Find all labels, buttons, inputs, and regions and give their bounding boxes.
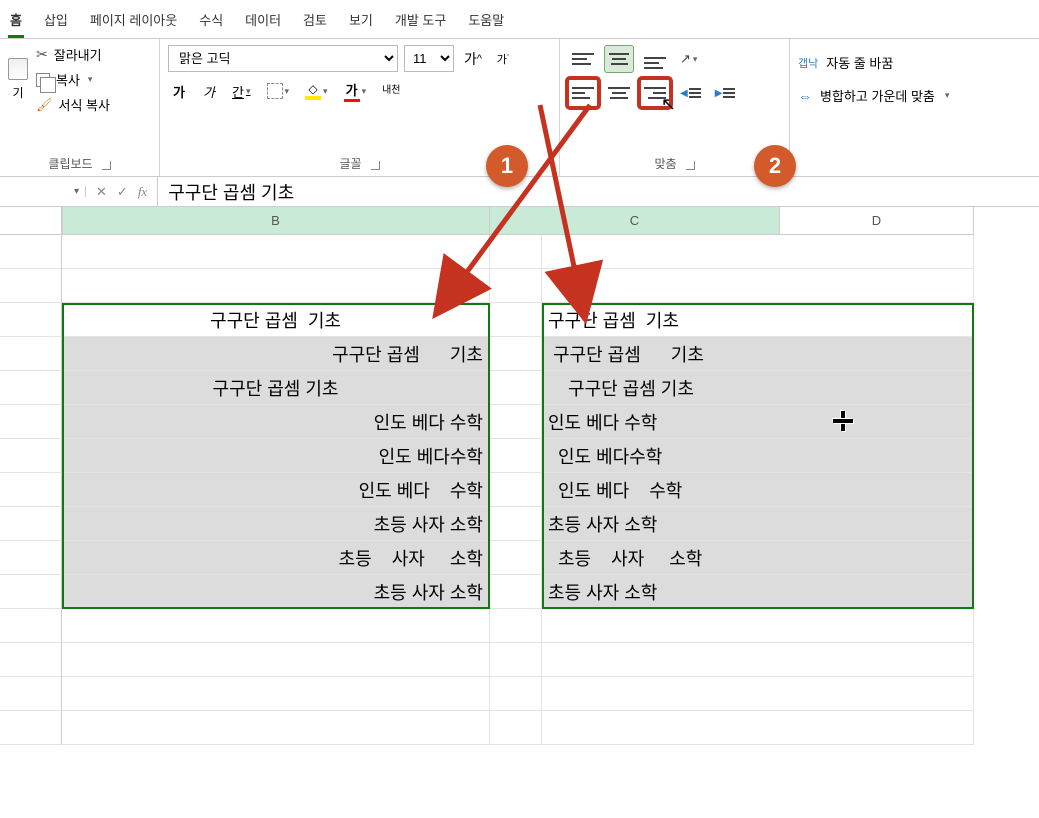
phonetic-guide-button[interactable]: 내천 bbox=[378, 80, 404, 102]
cell-b5[interactable]: 구구단 곱셈 기초 bbox=[62, 371, 490, 405]
align-middle-button[interactable] bbox=[604, 45, 634, 73]
sheet: 구구단 곱셈 기초 구구단 곱셈 기초 구구단 곱셈 기초 구구단 곱셈 기초 … bbox=[0, 235, 1039, 745]
alignment-group-label: 맞춤 bbox=[654, 155, 676, 172]
wrap-text-icon: 갭낙 bbox=[798, 55, 818, 71]
formula-input[interactable]: 구구단 곱셈 기초 bbox=[158, 179, 1039, 205]
increase-indent-button[interactable]: ▶ bbox=[711, 82, 740, 104]
col-header-c[interactable]: C bbox=[490, 207, 780, 235]
tab-data[interactable]: 데이터 bbox=[243, 4, 283, 38]
underline-button[interactable]: 간 bbox=[228, 80, 255, 102]
col-header-b[interactable]: B bbox=[62, 207, 490, 235]
fill-bucket-icon: ◇ bbox=[308, 82, 317, 96]
decrease-font-label: 가 bbox=[497, 51, 507, 67]
copy-label: 복사 bbox=[56, 70, 80, 89]
merge-icon: ⇔ bbox=[798, 88, 812, 104]
format-painter-label: 서식 복사 bbox=[59, 95, 110, 114]
merge-center-label: 병합하고 가운데 맞춤 bbox=[820, 86, 935, 105]
font-family-select[interactable]: 맑은 고딕 bbox=[168, 45, 398, 72]
align-center-button[interactable] bbox=[604, 79, 634, 107]
arrow-left-icon: ◀ bbox=[680, 88, 688, 99]
spreadsheet-grid: B C D .col-headers{position:relative} bbox=[0, 207, 1039, 235]
annotation-badge-2: 2 bbox=[754, 145, 796, 187]
enter-formula-button[interactable]: ✓ bbox=[113, 184, 132, 200]
copy-icon bbox=[36, 73, 50, 87]
copy-button[interactable]: 복사 bbox=[36, 70, 110, 89]
cell-b7[interactable]: 인도 베다수학 bbox=[62, 439, 490, 473]
tab-developer[interactable]: 개발 도구 bbox=[393, 4, 448, 38]
cell-b8[interactable]: 인도 베다 수학 bbox=[62, 473, 490, 507]
group-clipboard: 기 잘라내기 복사 서식 복사 클립보드 bbox=[0, 39, 160, 176]
align-left-button[interactable] bbox=[568, 79, 598, 107]
menu-bar: 홈 삽입 페이지 레이아웃 수식 데이터 검토 보기 개발 도구 도움말 bbox=[0, 0, 1039, 39]
clipboard-group-label: 클립보드 bbox=[48, 155, 92, 172]
cell-cursor-icon bbox=[833, 411, 853, 431]
col-header-d[interactable]: D bbox=[780, 207, 974, 235]
tab-home[interactable]: 홈 bbox=[8, 4, 24, 38]
name-box[interactable] bbox=[0, 186, 86, 197]
decrease-indent-button[interactable]: ◀ bbox=[676, 82, 705, 104]
paste-button[interactable]: 기 bbox=[8, 45, 32, 114]
cell-b3[interactable]: 구구단 곱셈 기초 bbox=[62, 303, 490, 337]
italic-button[interactable]: 가 bbox=[198, 80, 220, 102]
tab-formulas[interactable]: 수식 bbox=[197, 4, 225, 38]
wrap-text-label: 자동 줄 바꿈 bbox=[826, 53, 893, 72]
tab-view[interactable]: 보기 bbox=[347, 4, 375, 38]
align-right-button[interactable]: ↖ bbox=[640, 79, 670, 107]
align-bottom-button[interactable] bbox=[640, 45, 670, 73]
tab-insert[interactable]: 삽입 bbox=[42, 4, 70, 38]
cell-c9[interactable]: 초등 사자 소학 bbox=[542, 507, 974, 541]
decrease-font-button[interactable]: 가ˇ bbox=[492, 48, 514, 70]
font-group-label: 글꼴 bbox=[339, 155, 361, 172]
annotation-badge-1: 1 bbox=[486, 145, 528, 187]
alignment-dialog-launcher-icon[interactable] bbox=[683, 158, 695, 170]
font-size-select[interactable]: 11 bbox=[404, 45, 454, 72]
cancel-formula-button[interactable]: ✕ bbox=[92, 184, 111, 200]
cursor-icon: ↖ bbox=[661, 94, 676, 115]
font-color-swatch bbox=[344, 99, 360, 102]
font-color-button[interactable]: 가 bbox=[340, 80, 371, 102]
cell-b10[interactable]: 초등 사자 소학 bbox=[62, 541, 490, 575]
arrow-right-icon: ▶ bbox=[715, 88, 723, 99]
font-color-glyph: 가 bbox=[346, 80, 358, 99]
cell-c7[interactable]: 인도 베다수학 bbox=[542, 439, 974, 473]
fill-swatch bbox=[305, 96, 321, 100]
fill-color-button[interactable]: ◇ bbox=[301, 80, 332, 102]
format-painter-button[interactable]: 서식 복사 bbox=[36, 95, 110, 114]
bold-button[interactable]: 가 bbox=[168, 80, 190, 102]
cell-c10[interactable]: 초등 사자 소학 bbox=[542, 541, 974, 575]
scissors-icon bbox=[36, 46, 48, 63]
ribbon: 기 잘라내기 복사 서식 복사 클립보드 bbox=[0, 39, 1039, 177]
orientation-button[interactable] bbox=[676, 48, 701, 70]
cell-c4[interactable]: 구구단 곱셈 기초 bbox=[542, 337, 974, 371]
cell-c5[interactable]: 구구단 곱셈 기초 bbox=[542, 371, 974, 405]
cell-b11[interactable]: 초등 사자 소학 bbox=[62, 575, 490, 609]
wrap-text-button[interactable]: 갭낙 자동 줄 바꿈 bbox=[798, 53, 1031, 72]
tab-review[interactable]: 검토 bbox=[301, 4, 329, 38]
fx-icon: fx bbox=[134, 184, 151, 200]
border-icon bbox=[267, 83, 283, 99]
tab-help[interactable]: 도움말 bbox=[466, 4, 506, 38]
font-dialog-launcher-icon[interactable] bbox=[368, 158, 380, 170]
tab-page-layout[interactable]: 페이지 레이아웃 bbox=[88, 4, 179, 38]
paste-label: 기 bbox=[12, 84, 23, 101]
increase-font-button[interactable]: 가^ bbox=[460, 48, 486, 70]
cell-b4[interactable]: 구구단 곱셈 기초 bbox=[62, 337, 490, 371]
merge-center-button[interactable]: ⇔ 병합하고 가운데 맞춤 bbox=[798, 86, 1031, 105]
paste-icon bbox=[8, 58, 28, 80]
cell-c6[interactable]: 인도 베다 수학 bbox=[542, 405, 974, 439]
increase-font-label: 가 bbox=[464, 49, 477, 69]
cut-label: 잘라내기 bbox=[54, 45, 102, 64]
cell-b9[interactable]: 초등 사자 소학 bbox=[62, 507, 490, 541]
clipboard-dialog-launcher-icon[interactable] bbox=[99, 158, 111, 170]
paintbrush-icon bbox=[36, 97, 53, 113]
group-wrap-merge: 갭낙 자동 줄 바꿈 ⇔ 병합하고 가운데 맞춤 bbox=[790, 39, 1039, 176]
align-top-button[interactable] bbox=[568, 45, 598, 73]
cut-button[interactable]: 잘라내기 bbox=[36, 45, 110, 64]
cell-c11[interactable]: 초등 사자 소학 bbox=[542, 575, 974, 609]
cell-c3[interactable]: 구구단 곱셈 기초 bbox=[542, 303, 974, 337]
cell-b6[interactable]: 인도 베다 수학 bbox=[62, 405, 490, 439]
cell-c8[interactable]: 인도 베다 수학 bbox=[542, 473, 974, 507]
border-button[interactable] bbox=[263, 80, 294, 102]
